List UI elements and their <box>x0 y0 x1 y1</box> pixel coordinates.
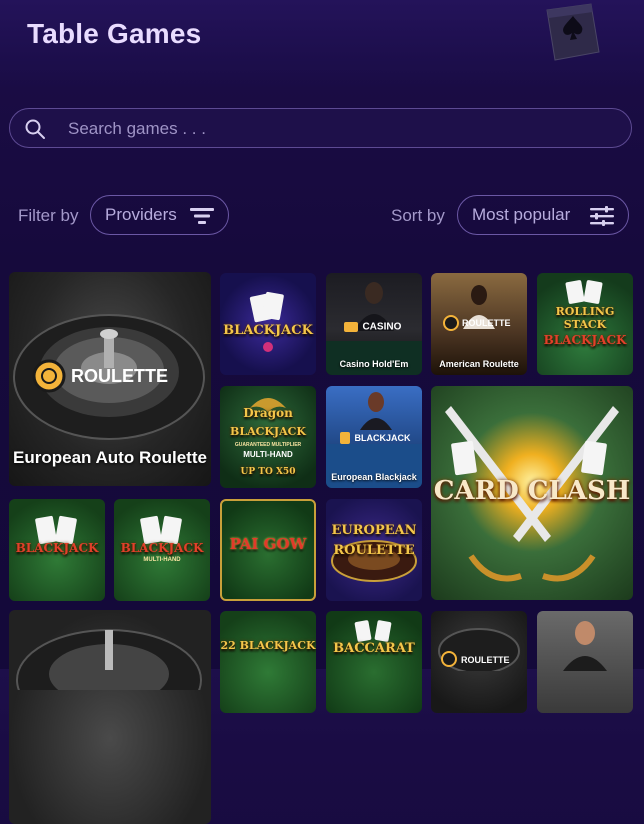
sliders-icon <box>590 206 614 226</box>
game-tile-dragon-blackjack[interactable]: Dragon BLACKJACK GUARANTEED MULTIPLIER M… <box>220 386 316 488</box>
page-title: Table Games <box>27 18 202 49</box>
game-tile-casino-holdem[interactable]: CASINO Casino Hold'Em <box>326 273 422 375</box>
game-tile-pai-gow[interactable]: PAI GOW <box>220 499 316 601</box>
roulette-badge: ROULETTE <box>461 655 510 665</box>
blackjack-logo-text: BLACKJACK <box>120 541 204 555</box>
sort-label: Sort by <box>391 206 445 225</box>
multi-hand-text: MULTI-HAND <box>243 450 293 459</box>
providers-label: Providers <box>105 205 177 224</box>
casino-badge-label: CASINO <box>362 321 402 333</box>
dragon-text: Dragon <box>243 406 293 420</box>
baccarat-logo-text: BACCARAT <box>333 641 415 656</box>
roulette-badge: ROULETTE <box>462 318 511 328</box>
game-title: European Blackjack <box>331 472 417 482</box>
game-tile-roulette-small[interactable]: ROULETTE <box>431 611 527 713</box>
game-tile-blackjack-classic[interactable]: BLACKJACK <box>9 499 105 601</box>
game-tile-rolling-stack-blackjack[interactable]: ROLLING STACK BLACKJACK <box>537 273 633 375</box>
game-tile-baccarat[interactable]: BACCARAT <box>326 611 422 713</box>
blackjack-22-logo-text: 22 BLACKJACK <box>220 639 316 652</box>
game-tile-card-clash[interactable]: CARD CLASH <box>431 386 633 600</box>
game-tile-american-roulette[interactable]: ROULETTE American Roulette <box>431 273 527 375</box>
pai-gow-logo-text: PAI GOW <box>229 535 307 553</box>
guaranteed-multiplier-text: GUARANTEED MULTIPLIER <box>234 442 302 448</box>
up-to-x50-text: UP TO X50 <box>240 467 296 477</box>
rolling-stack-text: ROLLING STACK <box>555 305 615 331</box>
blackjack-logo-text: BLACKJACK <box>543 333 627 347</box>
filter-label: Filter by <box>18 206 79 225</box>
filter-icon <box>190 208 214 224</box>
game-tile-blackjack[interactable]: BLACKJACK <box>220 273 316 375</box>
multi-hand-text: MULTI-HAND <box>143 557 181 563</box>
game-tile-european-roulette[interactable]: EUROPEAN ROULETTE <box>326 499 422 601</box>
game-title: European Auto Roulette <box>13 448 207 467</box>
game-title: American Roulette <box>439 359 519 369</box>
blackjack-logo-text: BLACKJACK <box>15 541 99 555</box>
spade-card-icon <box>546 3 600 61</box>
cards-icon <box>340 431 350 444</box>
search-input[interactable] <box>66 109 610 149</box>
casino-icon <box>344 321 358 332</box>
roulette-badge: ROULETTE <box>71 366 168 386</box>
game-tile-live-dealer[interactable] <box>537 611 633 713</box>
card-clash-logo-text: CARD CLASH <box>433 476 631 506</box>
roulette-text: ROULETTE <box>333 543 415 558</box>
european-text: EUROPEAN <box>331 523 417 538</box>
game-tile-european-auto-roulette[interactable]: ROULETTE European Auto Roulette <box>9 272 211 486</box>
providers-filter-button[interactable]: Providers <box>90 195 229 235</box>
game-tile-22-blackjack[interactable]: 22 BLACKJACK <box>220 611 316 713</box>
roulette-wheel-image <box>16 629 202 690</box>
blackjack-logo-text: BLACKJACK <box>230 425 306 438</box>
sort-value: Most popular <box>472 205 571 224</box>
game-title: Casino Hold'Em <box>339 359 409 369</box>
game-tile-blackjack-multihand[interactable]: BLACKJACK MULTI-HAND <box>114 499 210 601</box>
search-icon <box>25 119 45 139</box>
game-tile-european-blackjack[interactable]: BLACKJACK European Blackjack <box>326 386 422 488</box>
blackjack-badge: BLACKJACK <box>340 429 410 447</box>
blackjack-badge-label: BLACKJACK <box>354 432 411 443</box>
search-bar[interactable] <box>9 108 632 149</box>
blackjack-logo-text: BLACKJACK <box>223 323 313 338</box>
game-tile-roulette-partial[interactable] <box>9 610 211 824</box>
page-header: Table Games <box>0 0 644 90</box>
casino-badge: CASINO <box>344 318 401 336</box>
sort-select[interactable]: Most popular <box>457 195 629 235</box>
dealer-image <box>563 621 607 671</box>
